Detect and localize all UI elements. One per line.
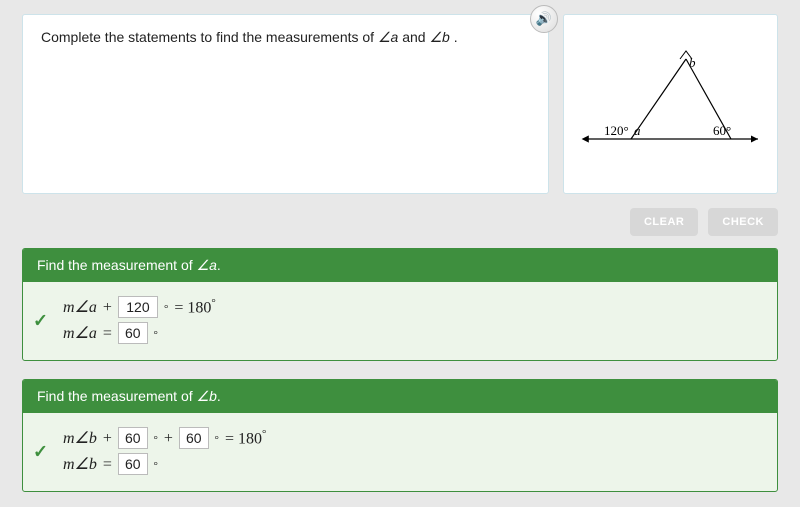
- section-b-header-prefix: Find the measurement of: [37, 388, 197, 404]
- section-b-line2-input[interactable]: 60: [118, 453, 148, 475]
- section-b-line1-op2: +: [164, 430, 173, 448]
- section-b-line1-op: +: [103, 430, 112, 448]
- prompt-prefix: Complete the statements to find the meas…: [41, 29, 378, 45]
- section-a-line1: m∠a + 120° = 180°: [63, 296, 763, 318]
- prompt-conj: and: [398, 29, 429, 45]
- section-b-line1-lhs: m∠b: [63, 428, 97, 448]
- section-a-line2-op: =: [103, 325, 112, 343]
- section-a-header-suffix: .: [217, 257, 221, 273]
- section-a-body: ✓ m∠a + 120° = 180° m∠a = 60°: [23, 282, 777, 360]
- section-a-line1-input[interactable]: 120: [118, 296, 158, 318]
- prompt-angle-b: ∠b: [429, 29, 449, 45]
- section-b-block: Find the measurement of ∠b. ✓ m∠b + 60° …: [22, 379, 778, 492]
- section-b-line1: m∠b + 60° + 60° = 180°: [63, 427, 763, 449]
- section-a-line1-eq: = 180°: [174, 297, 215, 317]
- section-b-header-angle: ∠b: [197, 388, 217, 404]
- section-b-body: ✓ m∠b + 60° + 60° = 180° m∠b = 60°: [23, 413, 777, 491]
- section-a-header-prefix: Find the measurement of: [37, 257, 197, 273]
- section-b-line1-input2[interactable]: 60: [179, 427, 209, 449]
- checkmark-icon: ✓: [33, 311, 48, 332]
- question-prompt-box: 🔊 Complete the statements to find the me…: [22, 14, 549, 194]
- section-a-line1-lhs: m∠a: [63, 297, 97, 317]
- section-a-header-angle: ∠a: [197, 257, 217, 273]
- section-a-block: Find the measurement of ∠a. ✓ m∠a + 120°…: [22, 248, 778, 361]
- clear-button[interactable]: CLEAR: [630, 208, 698, 236]
- section-a-line1-op: +: [103, 299, 112, 317]
- diagram-right-angle-label: 60°: [713, 123, 731, 138]
- audio-icon[interactable]: 🔊: [530, 5, 558, 33]
- section-b-header: Find the measurement of ∠b.: [23, 380, 777, 413]
- triangle-diagram: 120° a 60° b: [576, 39, 766, 169]
- section-a-line2-lhs: m∠a: [63, 323, 97, 343]
- diagram-vertex-b: b: [689, 55, 696, 70]
- section-b-line2-lhs: m∠b: [63, 454, 97, 474]
- section-b-header-suffix: .: [217, 388, 221, 404]
- section-b-line1-eq: = 180°: [225, 428, 266, 448]
- check-button[interactable]: CHECK: [708, 208, 778, 236]
- section-a-header: Find the measurement of ∠a.: [23, 249, 777, 282]
- section-b-line2: m∠b = 60°: [63, 453, 763, 475]
- diagram-left-angle-label: 120°: [604, 123, 629, 138]
- diagram-box: 120° a 60° b: [563, 14, 778, 194]
- prompt-text: Complete the statements to find the meas…: [41, 29, 530, 46]
- section-a-line2: m∠a = 60°: [63, 322, 763, 344]
- section-b-line1-input1[interactable]: 60: [118, 427, 148, 449]
- prompt-suffix: .: [450, 29, 458, 45]
- checkmark-icon: ✓: [33, 442, 48, 463]
- section-b-line2-op: =: [103, 456, 112, 474]
- action-button-row: CLEAR CHECK: [22, 208, 778, 236]
- section-a-line2-input[interactable]: 60: [118, 322, 148, 344]
- diagram-vertex-a: a: [634, 123, 641, 138]
- prompt-angle-a: ∠a: [378, 29, 398, 45]
